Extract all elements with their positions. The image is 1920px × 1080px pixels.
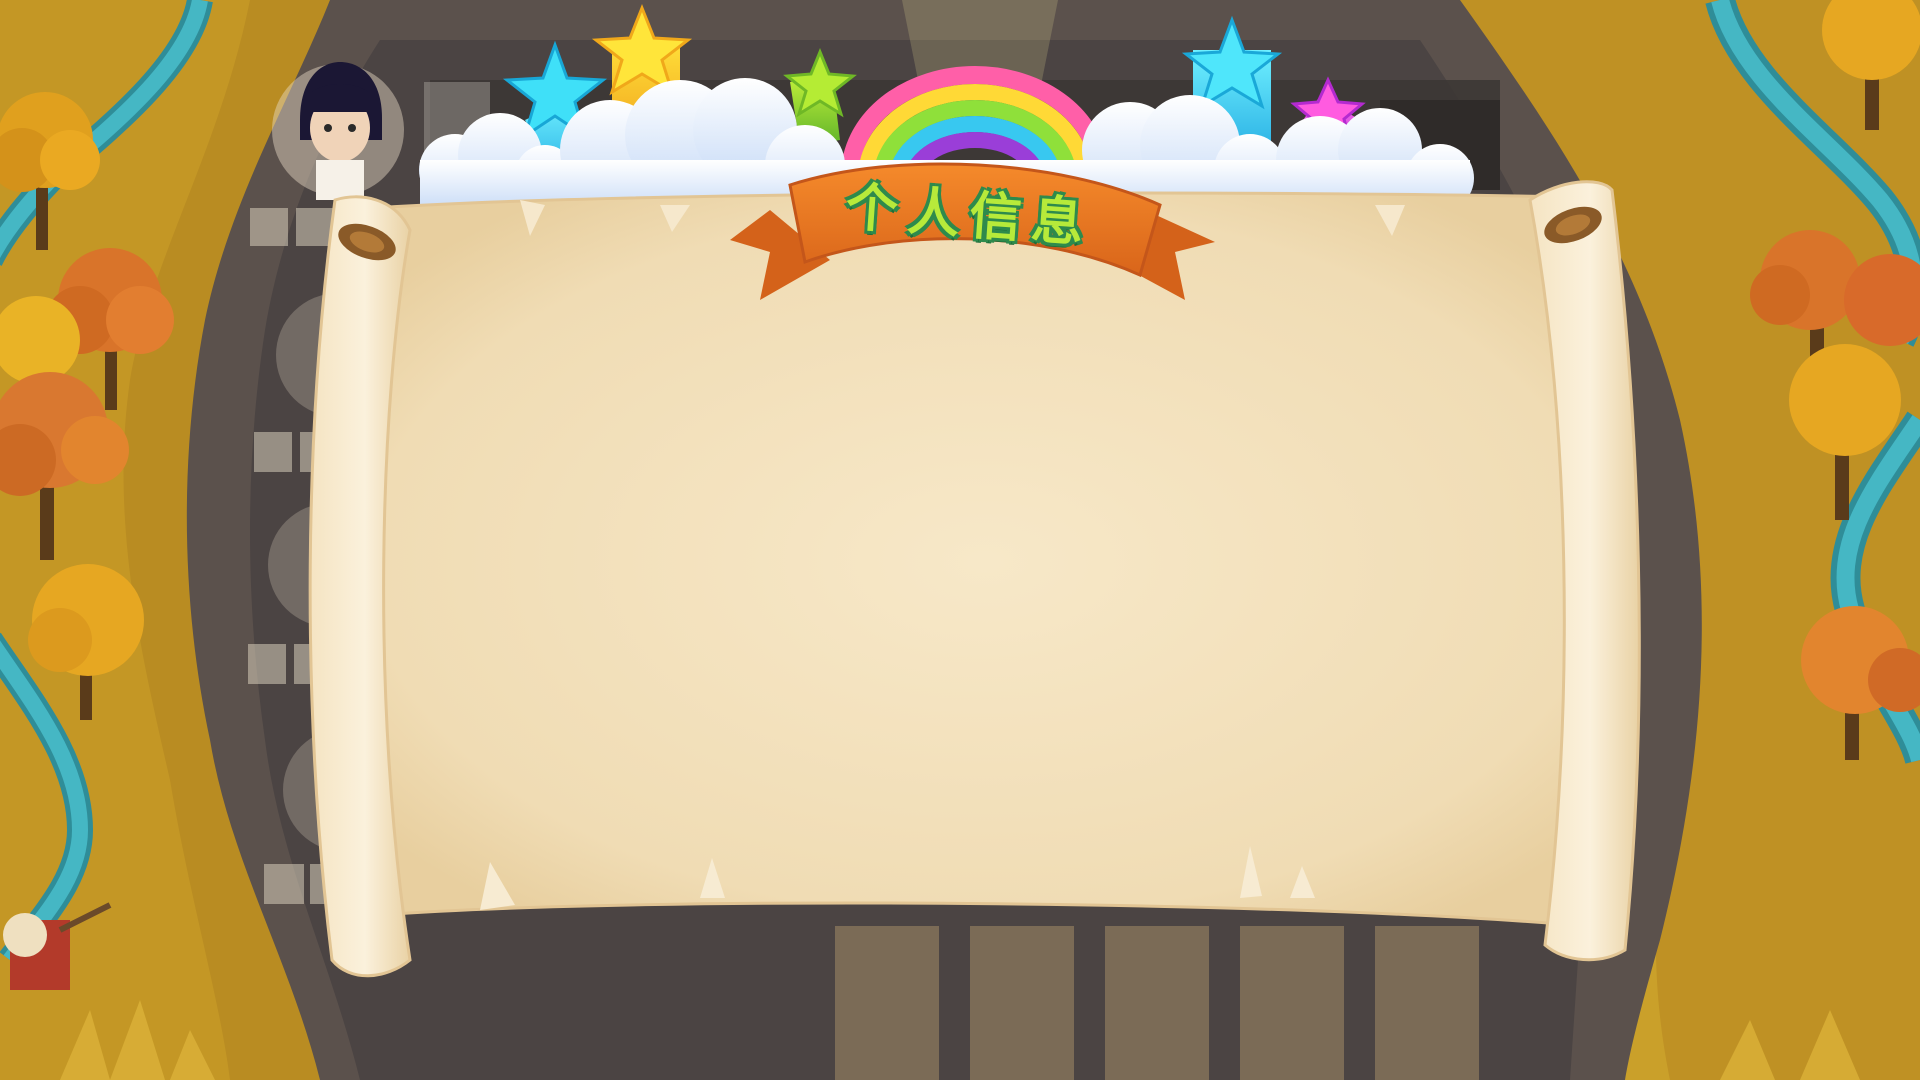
game-stage: 个人信息 bbox=[0, 0, 1920, 1080]
personal-info-panel bbox=[308, 0, 1641, 978]
